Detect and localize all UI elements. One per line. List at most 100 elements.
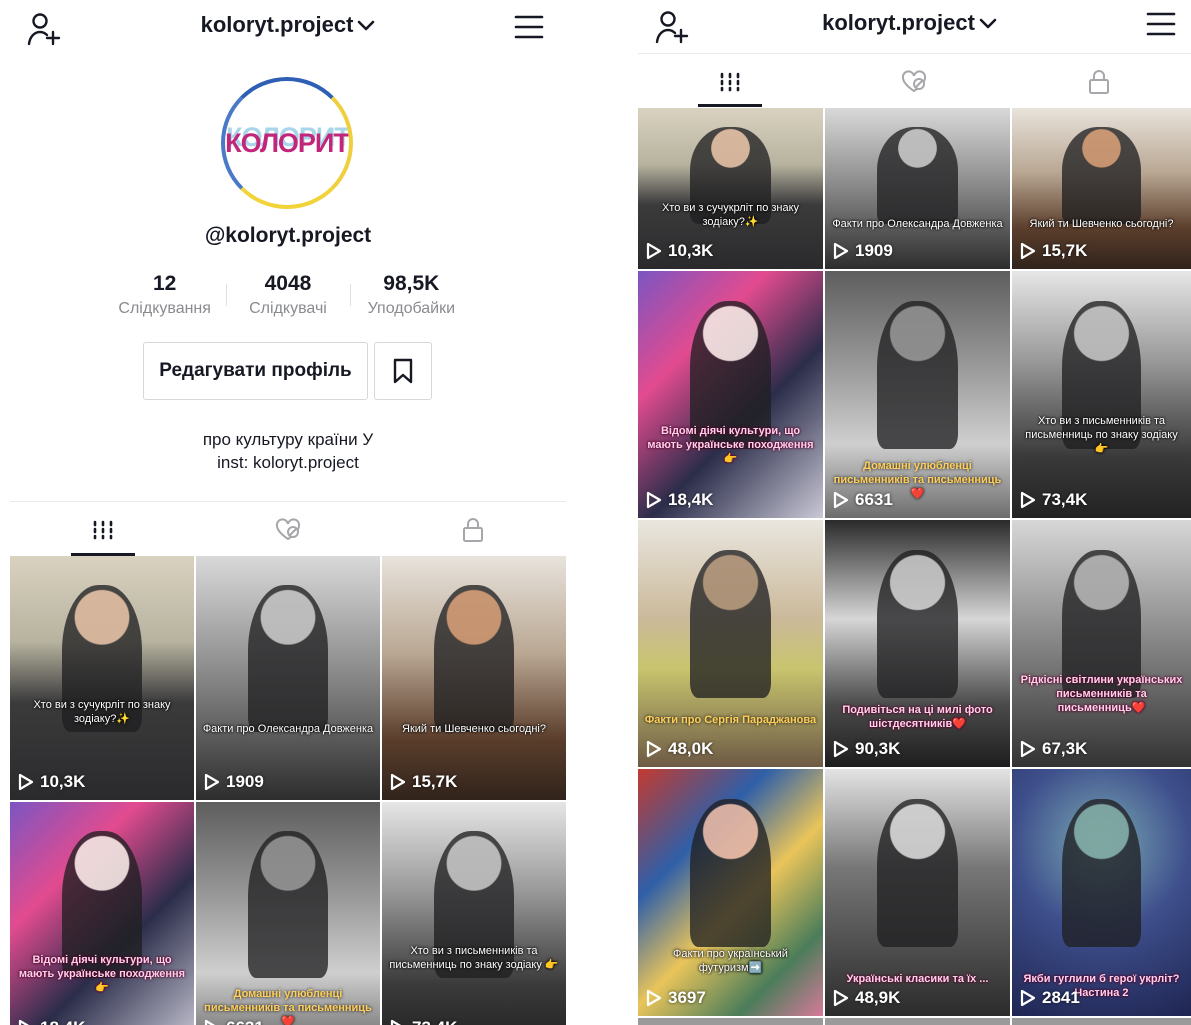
video-caption: Подивіться на ці милі фото шістдесятникі… bbox=[842, 704, 993, 730]
followers-stat[interactable]: 4048 Слідкувачі bbox=[226, 272, 349, 318]
view-count-value: 6631 bbox=[226, 1018, 264, 1025]
play-icon bbox=[833, 242, 849, 260]
video-tile-partial[interactable] bbox=[825, 1018, 1010, 1025]
edit-profile-button[interactable]: Редагувати профіль bbox=[143, 342, 368, 400]
bookmarks-button[interactable] bbox=[374, 342, 432, 400]
view-count-value: 90,3K bbox=[855, 739, 901, 758]
video-tile[interactable]: Якби гуглили б герої укрліт? Частина 2 28… bbox=[1012, 769, 1191, 1016]
video-caption: Хто ви з сучукрліт по знаку зодіаку?✨ bbox=[33, 699, 171, 725]
chevron-down-icon bbox=[979, 18, 997, 29]
top-bar: koloryt.project bbox=[0, 0, 576, 54]
menu-icon[interactable] bbox=[1146, 11, 1176, 37]
view-count-value: 73,4K bbox=[1042, 490, 1088, 509]
tab-private[interactable] bbox=[1007, 56, 1191, 107]
video-tile[interactable]: Домашні улюбленці письменників та письме… bbox=[196, 802, 380, 1025]
video-thumbnail-figure bbox=[689, 549, 772, 698]
play-icon bbox=[646, 740, 662, 758]
view-count: 10,3K bbox=[646, 241, 713, 261]
liked-hidden-icon bbox=[902, 69, 927, 92]
video-tile[interactable]: Хто ви з письменників та письменниць по … bbox=[382, 802, 566, 1025]
avatar-logo-text: КОЛОРИТ bbox=[225, 127, 349, 158]
lock-icon bbox=[463, 518, 484, 542]
profile-tabs bbox=[10, 504, 566, 556]
video-tile[interactable]: Факти про Сергія Параджанова 48,0K bbox=[638, 520, 823, 767]
tab-private[interactable] bbox=[381, 504, 566, 556]
video-caption: Який ти Шевченко сьогодні? bbox=[1029, 218, 1174, 230]
video-tile[interactable]: Відомі діячі культури, що мають українсь… bbox=[638, 271, 823, 518]
view-count: 73,4K bbox=[1020, 490, 1087, 510]
video-tile[interactable]: Який ти Шевченко сьогодні? 15,7K bbox=[1012, 108, 1191, 269]
video-caption: Українські класики та їх ... bbox=[846, 973, 989, 985]
video-tile-partial[interactable] bbox=[638, 1018, 823, 1025]
video-tile-partial[interactable] bbox=[1012, 1018, 1191, 1025]
bio-link[interactable]: inst: koloryt.project bbox=[0, 451, 576, 474]
view-count-value: 15,7K bbox=[1042, 241, 1088, 260]
view-count-value: 67,3K bbox=[1042, 739, 1088, 758]
video-tile[interactable]: Який ти Шевченко сьогодні? 15,7K bbox=[382, 556, 566, 800]
video-caption: Хто ви з письменників та письменниць по … bbox=[389, 945, 559, 971]
video-tile[interactable]: Українські класики та їх ... 48,9K bbox=[825, 769, 1010, 1016]
view-count: 6631 bbox=[204, 1018, 264, 1025]
play-icon bbox=[1020, 989, 1036, 1007]
video-caption: Факти про Олександра Довженка bbox=[202, 723, 374, 735]
video-thumbnail-figure bbox=[433, 585, 515, 732]
username-dropdown[interactable]: koloryt.project bbox=[628, 10, 1191, 36]
username-label: koloryt.project bbox=[200, 12, 354, 37]
video-thumbnail-figure bbox=[1062, 798, 1141, 947]
view-count-value: 1909 bbox=[855, 241, 893, 260]
play-icon bbox=[833, 740, 849, 758]
likes-stat[interactable]: 98,5K Уподобайки bbox=[349, 272, 473, 318]
profile-screen-left: koloryt.project КОЛОРИТ @koloryt.project… bbox=[0, 0, 576, 1025]
tab-liked[interactable] bbox=[822, 56, 1006, 107]
video-tile[interactable]: Хто ви з сучукрліт по знаку зодіаку?✨ 10,… bbox=[10, 556, 194, 800]
video-caption: Відомі діячі культури, що мають українсь… bbox=[647, 425, 814, 465]
video-caption: Факти про Сергія Параджанова bbox=[644, 714, 817, 726]
video-tile[interactable]: Відомі діячі культури, що мають українсь… bbox=[10, 802, 194, 1025]
following-stat[interactable]: 12 Слідкування bbox=[103, 272, 226, 318]
video-caption: Рідкісні світлини українських письменник… bbox=[1020, 674, 1183, 714]
view-count: 15,7K bbox=[1020, 241, 1087, 261]
video-thumbnail-figure bbox=[247, 831, 329, 978]
followers-count: 4048 bbox=[264, 272, 312, 295]
video-tile[interactable]: Факти про Олександра Довженка 1909 bbox=[825, 108, 1010, 269]
username-dropdown[interactable]: koloryt.project bbox=[0, 12, 576, 38]
video-thumbnail-figure bbox=[876, 798, 959, 947]
view-count-value: 18,4K bbox=[40, 1018, 85, 1025]
video-tile[interactable]: Рідкісні світлини українських письменник… bbox=[1012, 520, 1191, 767]
username-label: koloryt.project bbox=[822, 10, 975, 35]
video-tile[interactable]: Факти про Олександра Довженка 1909 bbox=[196, 556, 380, 800]
view-count: 1909 bbox=[204, 772, 264, 792]
grid-icon bbox=[720, 72, 740, 91]
view-count-value: 18,4K bbox=[668, 490, 714, 509]
video-tile[interactable]: Хто ви з письменників та письменниць по … bbox=[1012, 271, 1191, 518]
liked-hidden-icon bbox=[275, 518, 300, 541]
view-count-value: 1909 bbox=[226, 772, 264, 791]
video-tile[interactable]: Подивіться на ці милі фото шістдесятникі… bbox=[825, 520, 1010, 767]
divider bbox=[10, 501, 566, 502]
view-count-value: 2841 bbox=[1042, 988, 1080, 1007]
likes-label: Уподобайки bbox=[367, 300, 456, 317]
video-tile[interactable]: Домашні улюбленці письменників та письме… bbox=[825, 271, 1010, 518]
view-count: 48,0K bbox=[646, 739, 713, 759]
tab-videos[interactable] bbox=[10, 504, 195, 556]
menu-icon[interactable] bbox=[514, 14, 544, 40]
view-count: 73,4K bbox=[390, 1018, 457, 1025]
bio-line-1: про культуру країни У bbox=[202, 430, 374, 449]
chevron-down-icon bbox=[358, 20, 375, 31]
view-count: 2841 bbox=[1020, 988, 1080, 1008]
tab-videos[interactable] bbox=[638, 56, 822, 107]
video-caption: Факти про Олександра Довженка bbox=[832, 218, 1003, 230]
avatar[interactable]: КОЛОРИТ bbox=[221, 77, 353, 209]
view-count: 6631 bbox=[833, 490, 893, 510]
view-count-value: 3697 bbox=[668, 988, 706, 1007]
play-icon bbox=[1020, 740, 1036, 758]
video-thumbnail-figure bbox=[1062, 127, 1141, 224]
video-tile[interactable]: Хто ви з сучукрліт по знаку зодіаку?✨ 10,… bbox=[638, 108, 823, 269]
view-count-value: 10,3K bbox=[40, 772, 86, 791]
tab-liked[interactable] bbox=[195, 504, 380, 556]
play-icon bbox=[18, 1019, 30, 1025]
grid-icon bbox=[93, 520, 112, 540]
view-count: 18,4K bbox=[18, 1018, 85, 1025]
following-label: Слідкування bbox=[118, 300, 211, 317]
video-tile[interactable]: Факти про український футуризм➡️ 3697 bbox=[638, 769, 823, 1016]
